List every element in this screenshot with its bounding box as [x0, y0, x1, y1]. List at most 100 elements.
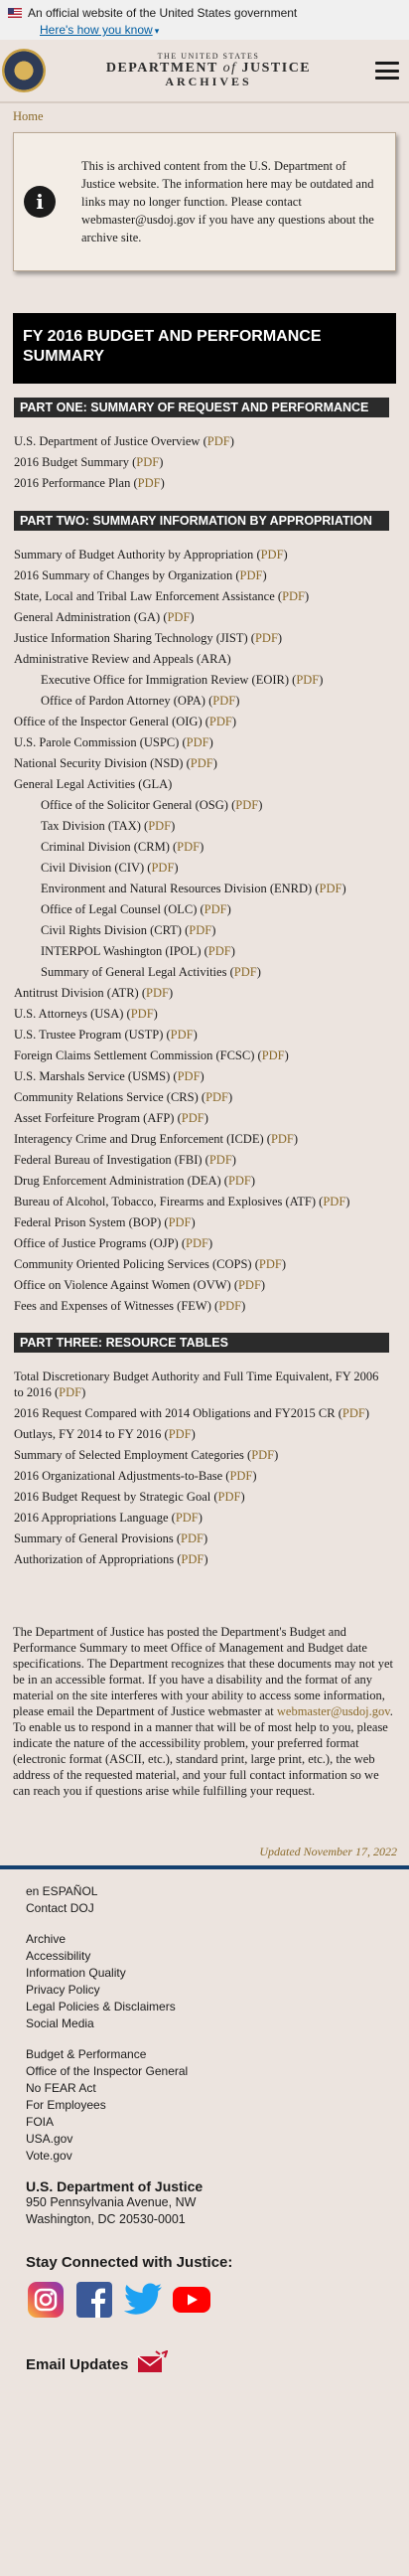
twitter-icon[interactable]: [123, 2281, 163, 2319]
pdf-link-office-of-justice-programs-ojp[interactable]: PDF: [186, 1236, 208, 1250]
footer-link-accessibility[interactable]: Accessibility: [26, 1948, 383, 1965]
pdf-link-2016-performance-plan[interactable]: PDF: [138, 476, 161, 490]
pdf-link-criminal-division-crm[interactable]: PDF: [177, 840, 200, 854]
pdf-link-federal-prison-system-bop[interactable]: PDF: [169, 1215, 192, 1229]
footer-link-no-fear-act[interactable]: No FEAR Act: [26, 2080, 383, 2097]
pdf-link-2016-budget-summary[interactable]: PDF: [136, 455, 159, 469]
list-item-title: 2016 Budget Summary: [14, 455, 129, 469]
list-item: INTERPOL Washington (IPOL) (PDF): [41, 944, 235, 958]
footer-link-legal-policies-disclaimers[interactable]: Legal Policies & Disclaimers: [26, 1999, 383, 2015]
pdf-link-community-relations-service-crs[interactable]: PDF: [205, 1090, 228, 1104]
pdf-link-2016-appropriations-language[interactable]: PDF: [176, 1511, 199, 1525]
list-item-title: U.S. Attorneys (USA): [14, 1007, 124, 1021]
part-three-list: Total Discretionary Budget Authority and…: [0, 1367, 409, 1570]
pdf-link-2016-budget-request-by-strategic-goal[interactable]: PDF: [218, 1490, 241, 1504]
footer-group-2: Archive Accessibility Information Quality P…: [26, 1931, 383, 2032]
pdf-link-state-local-and-tribal-law-enforcement-assistanc[interactable]: PDF: [282, 589, 305, 603]
pdf-link-bureau-of-alcohol-tobacco-firearms-and-explosive[interactable]: PDF: [323, 1195, 345, 1208]
breadcrumb-home-link[interactable]: Home: [13, 109, 44, 123]
youtube-icon[interactable]: [172, 2281, 211, 2319]
footer-link-contact-doj[interactable]: Contact DOJ: [26, 1900, 383, 1917]
pdf-link-drug-enforcement-administration-dea[interactable]: PDF: [228, 1174, 251, 1188]
footer-link-usa-gov[interactable]: USA.gov: [26, 2131, 383, 2148]
pdf-link-general-administration-ga[interactable]: PDF: [167, 610, 190, 624]
pdf-link-civil-rights-division-crt[interactable]: PDF: [189, 923, 211, 937]
list-item-title: Summary of Budget Authority by Appropria…: [14, 548, 254, 562]
facebook-icon[interactable]: [74, 2281, 114, 2319]
pdf-link-u-s-parole-commission-uspc[interactable]: PDF: [187, 735, 209, 749]
footer-link-for-employees[interactable]: For Employees: [26, 2097, 383, 2114]
pdf-link-community-oriented-policing-services-cops[interactable]: PDF: [259, 1257, 282, 1271]
footer-link-office-of-the-inspector-general[interactable]: Office of the Inspector General: [26, 2063, 383, 2080]
pdf-link-office-of-legal-counsel-olc[interactable]: PDF: [204, 902, 227, 916]
pdf-link-asset-forfeiture-program-afp[interactable]: PDF: [182, 1111, 204, 1125]
list-item-title: Environment and Natural Resources Divisi…: [41, 882, 313, 895]
pdf-link-office-of-the-inspector-general-oig[interactable]: PDF: [209, 715, 232, 728]
part-one-list: U.S. Department of Justice Overview (PDF…: [0, 431, 409, 494]
envelope-icon: [137, 2350, 169, 2372]
doj-seal-logo[interactable]: [2, 49, 46, 92]
list-item-title: Office on Violence Against Women (OVW): [14, 1278, 231, 1292]
webmaster-email-link[interactable]: webmaster@usdoj.gov: [277, 1704, 390, 1718]
menu-icon[interactable]: [375, 62, 399, 80]
pdf-link-outlays-fy-2014-to-fy-2016[interactable]: PDF: [169, 1427, 192, 1441]
pdf-link-u-s-marshals-service-usms[interactable]: PDF: [178, 1069, 201, 1083]
list-item-title: Executive Office for Immigration Review …: [41, 673, 290, 687]
pdf-link-environment-and-natural-resources-division-enrd[interactable]: PDF: [320, 882, 342, 895]
site-logo[interactable]: THE UNITED STATES DEPARTMENT of JUSTICE …: [50, 52, 367, 89]
pdf-link-authorization-of-appropriations[interactable]: PDF: [181, 1552, 204, 1566]
pdf-link-u-s-trustee-program-ustp[interactable]: PDF: [171, 1028, 194, 1042]
list-item-title: Drug Enforcement Administration (DEA): [14, 1174, 221, 1188]
footer-link-privacy-policy[interactable]: Privacy Policy: [26, 1982, 383, 1999]
footer-link-social-media[interactable]: Social Media: [26, 2015, 383, 2032]
list-item: Office of the Inspector General (OIG) (P…: [14, 715, 237, 728]
pdf-link-interpol-washington-ipol[interactable]: PDF: [208, 944, 231, 958]
pdf-link-u-s-department-of-justice-overview[interactable]: PDF: [207, 434, 230, 448]
pdf-link-2016-summary-of-changes-by-organization[interactable]: PDF: [240, 568, 263, 582]
pdf-link-summary-of-general-provisions[interactable]: PDF: [181, 1531, 204, 1545]
section-heading-part-one: PART ONE: SUMMARY OF REQUEST AND PERFORM…: [14, 398, 389, 417]
footer-link-vote-gov[interactable]: Vote.gov: [26, 2148, 383, 2165]
list-item: 2016 Organizational Adjustments-to-Base …: [14, 1469, 257, 1483]
pdf-link-foreign-claims-settlement-commission-fcsc[interactable]: PDF: [262, 1048, 285, 1062]
footer-link-archive[interactable]: Archive: [26, 1931, 383, 1948]
pdf-link-2016-request-compared-with-2014-obligations-and-[interactable]: PDF: [342, 1406, 365, 1420]
list-item: Justice Information Sharing Technology (…: [14, 631, 283, 645]
accessibility-statement: The Department of Justice has posted the…: [0, 1624, 409, 1799]
breadcrumb: Home: [0, 103, 409, 132]
pdf-link-summary-of-general-legal-activities[interactable]: PDF: [234, 965, 257, 979]
logo-line-archives: ARCHIVES: [165, 75, 252, 89]
email-updates-label[interactable]: Email Updates: [26, 2356, 128, 2373]
pdf-link-civil-division-civ[interactable]: PDF: [151, 861, 174, 875]
footer-link-foia[interactable]: FOIA: [26, 2114, 383, 2131]
pdf-link-office-of-the-solicitor-general-osg[interactable]: PDF: [235, 798, 258, 812]
list-item: 2016 Budget Summary (PDF): [14, 455, 164, 469]
footer-link-budget-performance[interactable]: Budget & Performance: [26, 2046, 383, 2063]
pdf-link-antitrust-division-atr[interactable]: PDF: [146, 986, 169, 1000]
gov-banner-toggle[interactable]: Here's how you know ▾: [8, 21, 401, 39]
updated-date: Updated November 17, 2022: [259, 1845, 397, 1858]
pdf-link-federal-bureau-of-investigation-fbi[interactable]: PDF: [209, 1153, 232, 1167]
info-icon: i: [24, 186, 56, 218]
footer-link-en-espa-ol[interactable]: en ESPAÑOL: [26, 1883, 383, 1900]
instagram-icon[interactable]: [26, 2281, 66, 2319]
pdf-link-office-of-pardon-attorney-opa[interactable]: PDF: [212, 694, 235, 708]
pdf-link-2016-organizational-adjustments-to-base[interactable]: PDF: [229, 1469, 252, 1483]
pdf-link-interagency-crime-and-drug-enforcement-icde[interactable]: PDF: [271, 1132, 294, 1146]
pdf-link-tax-division-tax[interactable]: PDF: [148, 819, 171, 833]
list-item-title: 2016 Organizational Adjustments-to-Base: [14, 1469, 223, 1483]
pdf-link-fees-and-expenses-of-witnesses-few[interactable]: PDF: [218, 1299, 241, 1313]
email-updates-link[interactable]: Email Updates: [26, 2350, 383, 2378]
pdf-link-u-s-attorneys-usa[interactable]: PDF: [131, 1007, 154, 1021]
list-item: Criminal Division (CRM) (PDF): [41, 840, 204, 854]
pdf-link-executive-office-for-immigration-review-eoir[interactable]: PDF: [296, 673, 319, 687]
pdf-link-office-on-violence-against-women-ovw[interactable]: PDF: [238, 1278, 261, 1292]
list-item-title: Federal Bureau of Investigation (FBI): [14, 1153, 203, 1167]
pdf-link-justice-information-sharing-technology-jist[interactable]: PDF: [255, 631, 278, 645]
pdf-link-summary-of-budget-authority-by-appropriation[interactable]: PDF: [261, 548, 284, 562]
pdf-link-national-security-division-nsd[interactable]: PDF: [191, 756, 213, 770]
pdf-link-total-discretionary-budget-authority-and-full-ti[interactable]: PDF: [59, 1385, 81, 1399]
pdf-link-summary-of-selected-employment-categories[interactable]: PDF: [251, 1448, 274, 1462]
gov-banner-toggle-label[interactable]: Here's how you know: [40, 23, 153, 37]
footer-link-information-quality[interactable]: Information Quality: [26, 1965, 383, 1982]
